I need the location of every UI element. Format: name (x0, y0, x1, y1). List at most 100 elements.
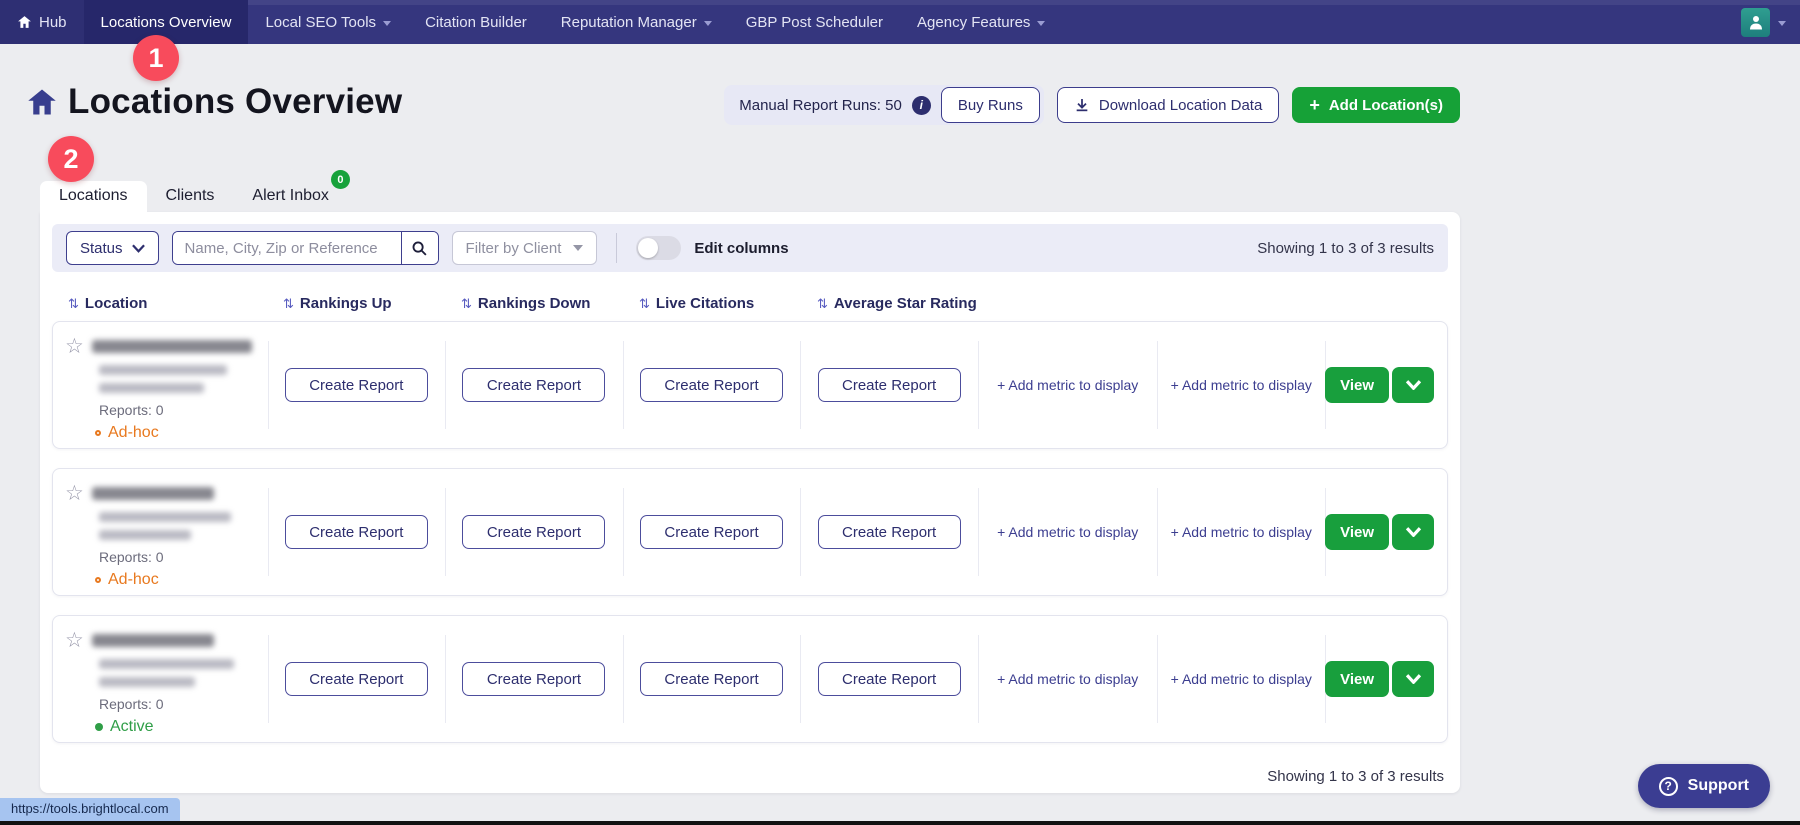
favorite-star-icon[interactable]: ☆ (65, 336, 84, 357)
question-mark-icon: ? (1659, 777, 1678, 796)
chevron-down-icon (1406, 527, 1421, 537)
view-dropdown-button[interactable] (1392, 661, 1434, 697)
view-button[interactable]: View (1325, 661, 1389, 697)
filter-bar: Status Filter by Client Edit columns Sho… (52, 224, 1448, 272)
nav-item-label: GBP Post Scheduler (746, 14, 883, 31)
rankings-up-cell: Create Report (268, 322, 446, 448)
add-metric-link[interactable]: + Add metric to display (997, 524, 1138, 540)
nav-item-agency-features[interactable]: Agency Features (900, 0, 1062, 44)
create-report-button[interactable]: Create Report (285, 368, 428, 402)
add-metric-link[interactable]: + Add metric to display (997, 377, 1138, 393)
create-report-button[interactable]: Create Report (640, 662, 783, 696)
live-citations-cell: Create Report (623, 322, 801, 448)
create-report-button[interactable]: Create Report (285, 662, 428, 696)
tab-clients[interactable]: Clients (147, 181, 234, 212)
view-dropdown-button[interactable] (1392, 514, 1434, 550)
create-report-button[interactable]: Create Report (462, 368, 605, 402)
status-dot-icon (95, 577, 101, 583)
location-name-redacted (92, 340, 252, 353)
chevron-down-icon[interactable] (1778, 21, 1786, 26)
add-metric-link[interactable]: + Add metric to display (997, 671, 1138, 687)
table-header: ⇅ Location ⇅ Rankings Up ⇅ Rankings Down… (40, 284, 1460, 321)
search-button[interactable] (401, 232, 438, 264)
nav-item-reputation-manager[interactable]: Reputation Manager (544, 0, 729, 44)
add-metric-link[interactable]: + Add metric to display (1171, 377, 1312, 393)
create-report-button[interactable]: Create Report (462, 662, 605, 696)
column-header-location[interactable]: ⇅ Location (52, 295, 267, 312)
results-summary-bottom: Showing 1 to 3 of 3 results (40, 762, 1460, 785)
tab-bar: Locations Clients Alert Inbox 0 (40, 180, 348, 212)
search-icon (411, 240, 428, 257)
status-filter-button[interactable]: Status (66, 231, 159, 265)
metric-cell: + Add metric to display (1157, 469, 1325, 595)
edit-columns-toggle[interactable] (636, 236, 681, 260)
window-bottom-edge (0, 821, 1800, 825)
add-metric-link[interactable]: + Add metric to display (1171, 524, 1312, 540)
filter-by-client-select[interactable]: Filter by Client (452, 231, 598, 265)
nav-item-citation-builder[interactable]: Citation Builder (408, 0, 544, 44)
nav-item-label: Agency Features (917, 14, 1030, 31)
tab-locations[interactable]: Locations (40, 181, 147, 212)
support-button[interactable]: ? Support (1638, 764, 1770, 808)
metric-cell: + Add metric to display (978, 469, 1158, 595)
view-dropdown-button[interactable] (1392, 367, 1434, 403)
user-avatar[interactable] (1741, 8, 1770, 37)
search-input[interactable] (173, 232, 401, 264)
column-header-live-citations[interactable]: ⇅ Live Citations (623, 295, 801, 312)
nav-item-gbp-post-scheduler[interactable]: GBP Post Scheduler (729, 0, 900, 44)
create-report-button[interactable]: Create Report (640, 515, 783, 549)
column-header-rankings-down[interactable]: ⇅ Rankings Down (445, 295, 623, 312)
chevron-down-icon (1406, 674, 1421, 684)
chevron-down-icon (573, 245, 583, 251)
person-icon (1747, 13, 1765, 31)
location-name-redacted (92, 634, 214, 647)
reports-count: Reports: 0 (99, 549, 268, 565)
plus-icon: + (1309, 96, 1320, 114)
rankings-down-cell: Create Report (445, 322, 623, 448)
buy-runs-button[interactable]: Buy Runs (941, 87, 1040, 123)
rankings-up-cell: Create Report (268, 616, 446, 742)
column-header-average-star-rating[interactable]: ⇅ Average Star Rating (801, 295, 979, 312)
status-badge: Ad-hoc (95, 571, 268, 589)
view-button[interactable]: View (1325, 367, 1389, 403)
manual-report-runs-label: Manual Report Runs: 50 (739, 97, 902, 114)
favorite-star-icon[interactable]: ☆ (65, 483, 84, 504)
nav-item-local-seo-tools[interactable]: Local SEO Tools (248, 0, 408, 44)
live-citations-cell: Create Report (623, 469, 801, 595)
location-cell: ☆ Reports: 0 Active (53, 616, 268, 742)
add-locations-button[interactable]: + Add Location(s) (1292, 87, 1460, 123)
status-dot-icon (95, 430, 101, 436)
view-cell: View (1325, 322, 1447, 448)
add-metric-link[interactable]: + Add metric to display (1171, 671, 1312, 687)
create-report-button[interactable]: Create Report (285, 515, 428, 549)
sort-icon: ⇅ (283, 296, 294, 312)
sort-icon: ⇅ (461, 296, 472, 312)
view-button[interactable]: View (1325, 514, 1389, 550)
create-report-button[interactable]: Create Report (818, 662, 961, 696)
info-icon[interactable]: i (912, 96, 931, 115)
divider (616, 233, 617, 263)
nav-item-label: Hub (39, 14, 67, 31)
toggle-knob (638, 238, 658, 258)
create-report-button[interactable]: Create Report (818, 368, 961, 402)
create-report-button[interactable]: Create Report (818, 515, 961, 549)
tab-alert-inbox[interactable]: Alert Inbox 0 (233, 181, 347, 212)
create-report-button[interactable]: Create Report (640, 368, 783, 402)
sort-icon: ⇅ (639, 296, 650, 312)
location-address-redacted (99, 659, 234, 669)
location-address-redacted (99, 383, 204, 393)
top-navigation: Hub Locations Overview Local SEO Tools C… (0, 0, 1800, 44)
nav-item-hub[interactable]: Hub (0, 0, 84, 44)
link-preview-status-bar: https://tools.brightlocal.com (0, 798, 180, 821)
create-report-button[interactable]: Create Report (462, 515, 605, 549)
favorite-star-icon[interactable]: ☆ (65, 630, 84, 651)
average-star-rating-cell: Create Report (800, 469, 978, 595)
column-header-rankings-up[interactable]: ⇅ Rankings Up (267, 295, 445, 312)
alert-inbox-count-badge: 0 (331, 170, 350, 189)
annotation-step-1: 1 (133, 35, 179, 81)
status-badge: Active (95, 718, 268, 736)
chevron-down-icon (132, 244, 145, 253)
download-location-data-button[interactable]: Download Location Data (1057, 87, 1279, 123)
rankings-down-cell: Create Report (445, 616, 623, 742)
location-address-redacted (99, 677, 195, 687)
